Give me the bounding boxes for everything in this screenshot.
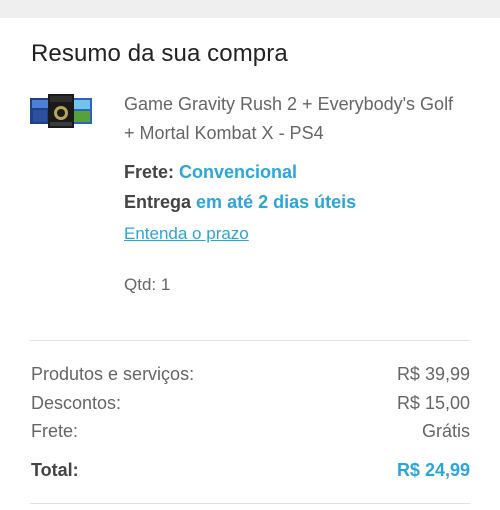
quantity-text: Qtd: 1	[124, 275, 171, 294]
products-label: Produtos e serviços:	[31, 364, 195, 384]
discounts-label: Descontos:	[31, 393, 122, 413]
product-bundle-thumbnail-icon	[30, 94, 92, 128]
delivery-time: em até 2 dias úteis	[196, 192, 357, 212]
total-label: Total:	[31, 460, 79, 480]
top-strip	[0, 0, 500, 18]
delivery-label: Entrega	[124, 192, 192, 212]
discounts-value: R$ 15,00	[396, 393, 470, 413]
shipping-cost-label: Frete:	[31, 421, 79, 441]
shipping-method: Convencional	[179, 162, 298, 182]
shipping-cost-value: Grátis	[421, 421, 470, 441]
shipping-label: Frete:	[124, 162, 175, 182]
divider	[30, 340, 470, 341]
products-value: R$ 39,99	[396, 364, 470, 384]
order-summary-card: Resumo da sua compra Game Gravity Rush 2…	[0, 18, 500, 510]
divider	[30, 503, 470, 504]
total-value: R$ 24,99	[396, 460, 470, 480]
shipping-row: Frete: Convencional	[124, 162, 297, 183]
delivery-row: Entrega em até 2 dias úteis	[124, 192, 356, 213]
page-title: Resumo da sua compra	[31, 40, 288, 67]
product-name: Game Gravity Rush 2 + Everybody's Golf +…	[124, 94, 454, 143]
deadline-info-link[interactable]: Entenda o prazo	[124, 224, 249, 244]
